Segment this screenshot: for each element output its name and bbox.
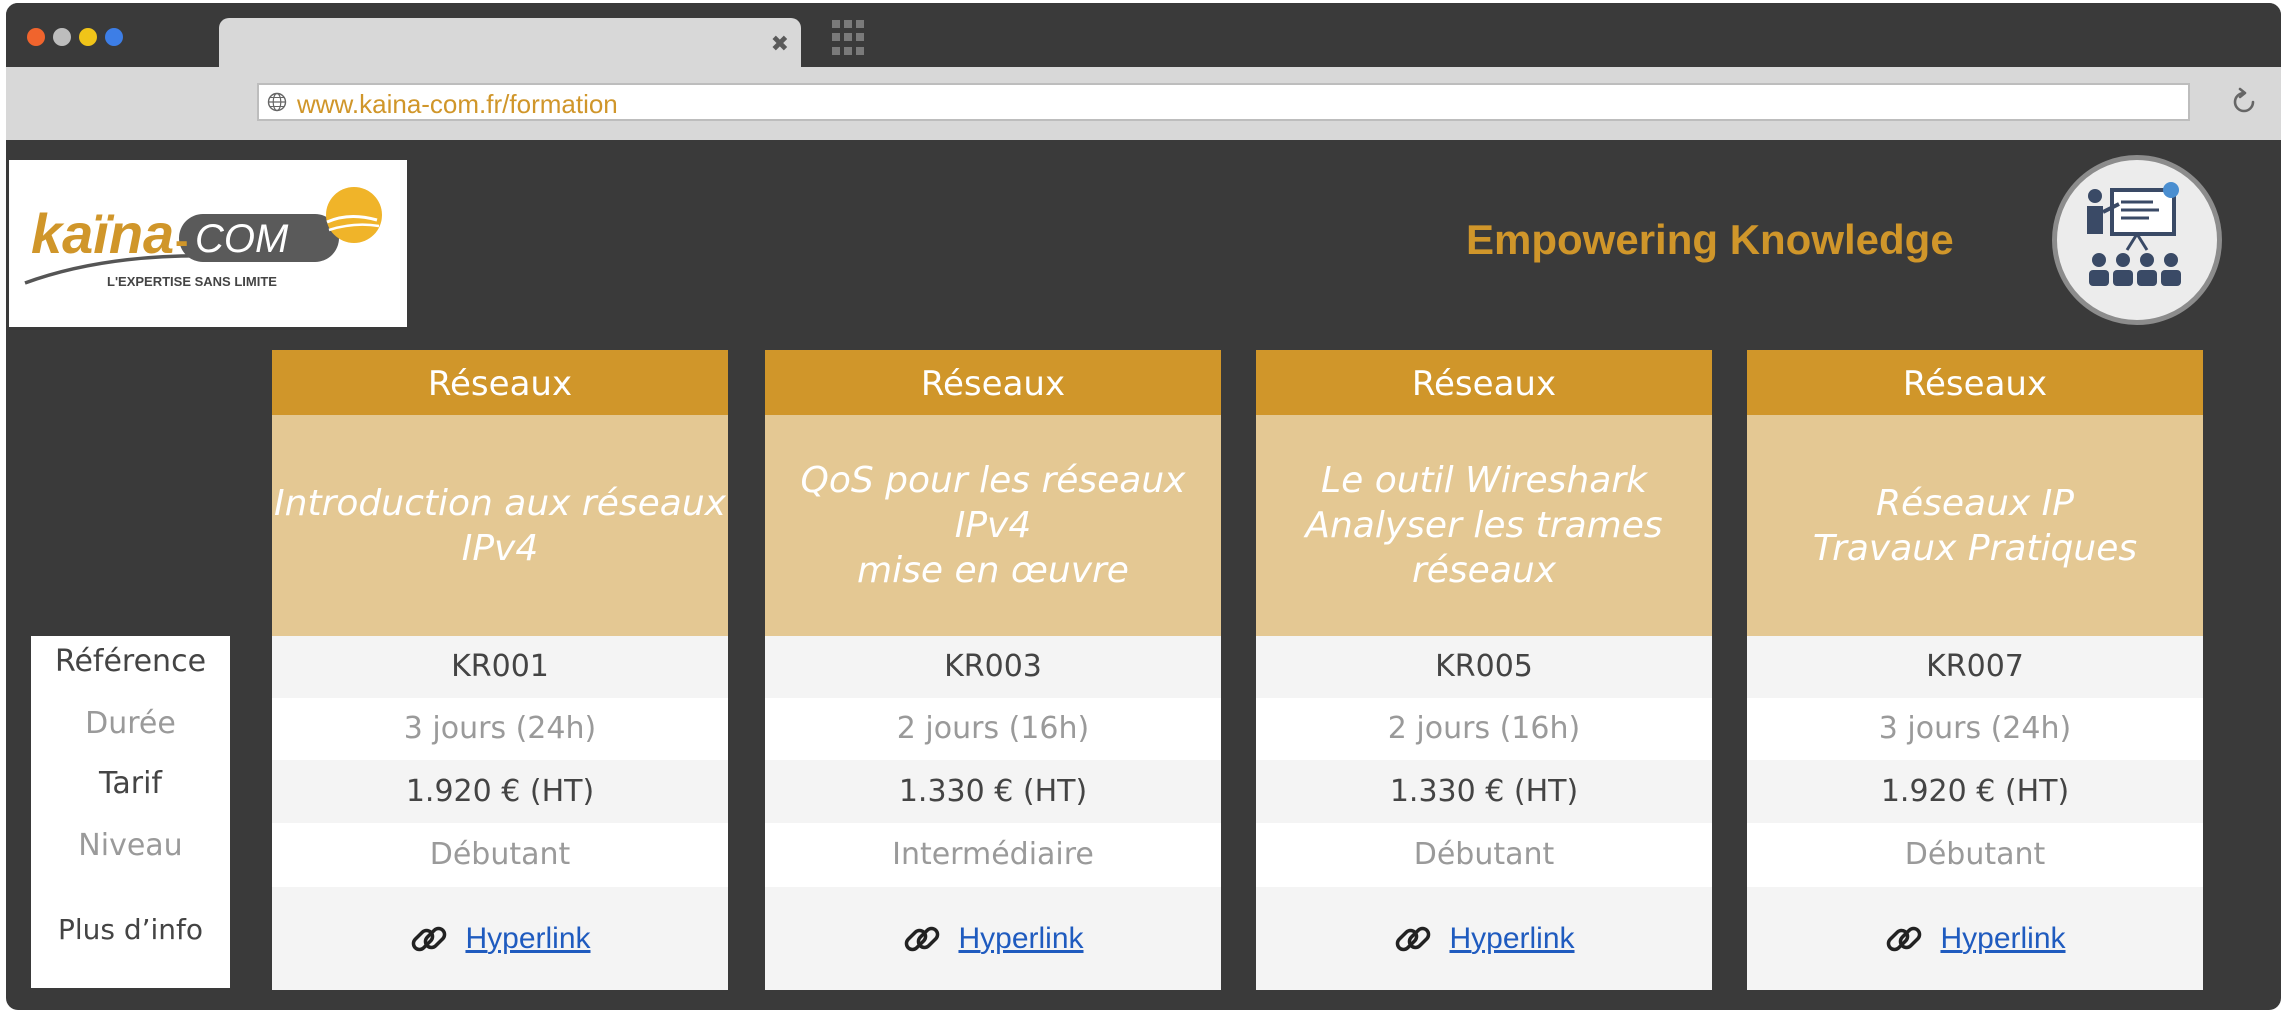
url-input[interactable]: www.kaina-com.fr/formation: [257, 83, 2190, 121]
url-text: www.kaina-com.fr/formation: [297, 89, 618, 119]
address-bar: www.kaina-com.fr/formation: [6, 67, 2281, 140]
course-card-4: Réseaux Réseaux IP Travaux Pratiques KR0…: [1747, 350, 2203, 990]
course-category: Réseaux: [765, 350, 1221, 415]
logo-brand-left: kaïna: [31, 202, 174, 265]
chain-link-icon: [1396, 926, 1431, 951]
hyperlink[interactable]: Hyperlink: [1940, 922, 2065, 956]
course-price: 1.920 € (HT): [272, 760, 728, 823]
row-labels-panel: Référence Durée Tarif Niveau Plus d’info: [31, 636, 230, 988]
close-tab-icon[interactable]: ✖: [771, 32, 789, 57]
course-title: Réseaux IP Travaux Pratiques: [1747, 415, 2203, 636]
course-category: Réseaux: [272, 350, 728, 415]
svg-text:-: -: [175, 219, 188, 263]
course-level: Débutant: [1413, 837, 1555, 872]
label-duration: Durée: [85, 706, 176, 741]
page-tagline: Empowering Knowledge: [1466, 216, 1954, 263]
trainer-presentation-icon: [2052, 155, 2222, 325]
logo-tagline: L'EXPERTISE SANS LIMITE: [107, 274, 277, 289]
course-duration: 2 jours (16h): [1387, 711, 1581, 746]
course-level: Intermédiaire: [892, 837, 1094, 872]
chain-link-icon: [905, 926, 940, 951]
course-link-row: Hyperlink: [765, 887, 1221, 990]
course-title: Introduction aux réseaux IPv4: [272, 415, 728, 636]
course-duration: 3 jours (24h): [403, 711, 597, 746]
course-link-row: Hyperlink: [272, 887, 728, 990]
browser-window: ✖ www.kaina-com.fr/formation kaïna - COM…: [6, 3, 2281, 1010]
course-title: QoS pour les réseaux IPv4 mise en œuvre: [765, 415, 1221, 636]
course-duration: 2 jours (16h): [896, 711, 1090, 746]
hyperlink[interactable]: Hyperlink: [958, 922, 1083, 956]
course-card-1: Réseaux Introduction aux réseaux IPv4 KR…: [272, 350, 728, 990]
hyperlink[interactable]: Hyperlink: [465, 922, 590, 956]
course-level: Débutant: [429, 837, 571, 872]
course-reference: KR005: [1256, 636, 1712, 698]
close-window-dot[interactable]: [27, 28, 45, 46]
extra-window-dot[interactable]: [105, 28, 123, 46]
course-duration: 3 jours (24h): [1878, 711, 2072, 746]
course-category: Réseaux: [1256, 350, 1712, 415]
chain-link-icon: [1887, 926, 1922, 951]
reload-icon[interactable]: [2229, 87, 2259, 117]
chain-link-icon: [412, 926, 447, 951]
course-reference: KR003: [765, 636, 1221, 698]
course-category: Réseaux: [1747, 350, 2203, 415]
course-link-row: Hyperlink: [1256, 887, 1712, 990]
course-price: 1.330 € (HT): [765, 760, 1221, 823]
course-link-row: Hyperlink: [1747, 887, 2203, 990]
label-price: Tarif: [99, 766, 162, 801]
globe-icon: [267, 92, 287, 112]
course-card-2: Réseaux QoS pour les réseaux IPv4 mise e…: [765, 350, 1221, 990]
course-price: 1.920 € (HT): [1747, 760, 2203, 823]
maximize-window-dot[interactable]: [79, 28, 97, 46]
course-card-3: Réseaux Le outil Wireshark Analyser les …: [1256, 350, 1712, 990]
minimize-window-dot[interactable]: [53, 28, 71, 46]
label-reference: Référence: [54, 644, 207, 679]
tab-bar: ✖: [6, 3, 2281, 73]
course-level: Débutant: [1904, 837, 2046, 872]
course-reference: KR007: [1747, 636, 2203, 698]
apps-grid-icon[interactable]: [832, 20, 868, 56]
page-content: kaïna - COM L'EXPERTISE SANS LIMITE Empo…: [6, 140, 2281, 1010]
logo-brand-right: COM: [195, 217, 289, 261]
course-reference: KR001: [272, 636, 728, 698]
course-title: Le outil Wireshark Analyser les trames r…: [1256, 415, 1712, 636]
logo-graphic: kaïna - COM L'EXPERTISE SANS LIMITE: [24, 187, 382, 289]
kaina-logo[interactable]: kaïna - COM L'EXPERTISE SANS LIMITE: [9, 160, 407, 327]
label-level: Niveau: [78, 828, 183, 863]
course-price: 1.330 € (HT): [1256, 760, 1712, 823]
hyperlink[interactable]: Hyperlink: [1449, 922, 1574, 956]
label-more-info: Plus d’info: [57, 913, 204, 946]
browser-tab[interactable]: ✖: [219, 18, 801, 73]
